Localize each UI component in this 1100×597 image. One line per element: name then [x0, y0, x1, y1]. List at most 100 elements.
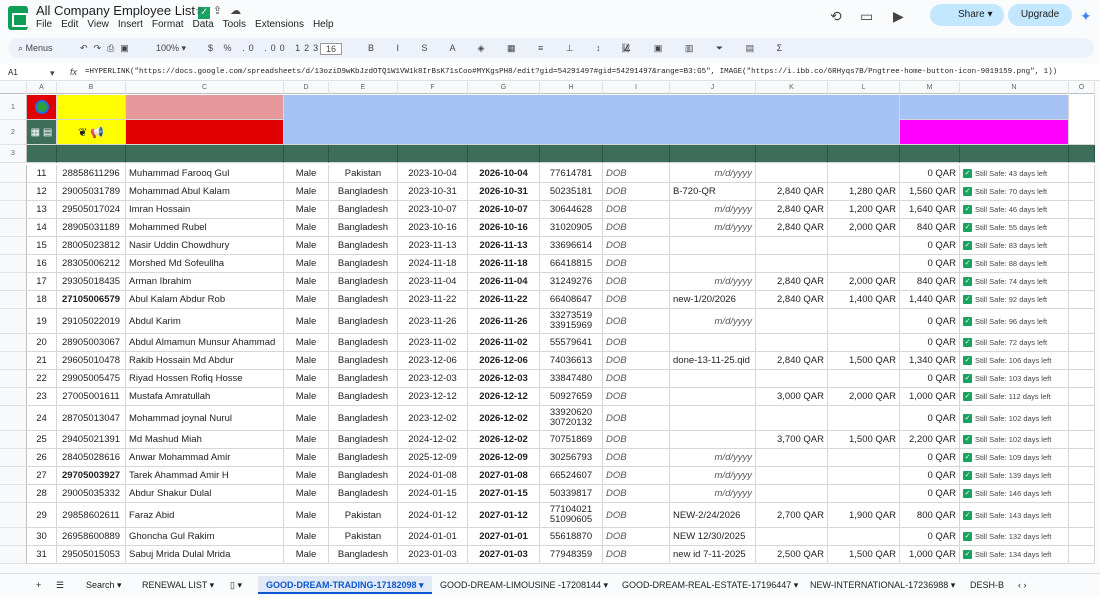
row-gender[interactable]: Male — [284, 165, 329, 183]
row-dob[interactable]: DOB — [603, 352, 670, 370]
row-no[interactable]: 13 — [27, 201, 57, 219]
row-phone[interactable]: 66418815 — [540, 255, 603, 273]
row-qid[interactable]: 29858602611 — [57, 503, 126, 528]
col-header-d[interactable]: D — [284, 82, 329, 94]
cell-empty[interactable] — [1069, 485, 1095, 503]
row-dob[interactable]: DOB — [603, 388, 670, 406]
row-total[interactable] — [756, 334, 828, 352]
row-status[interactable]: ✓ Still Safe: 132 days left — [960, 528, 1069, 546]
row-total[interactable] — [756, 528, 828, 546]
row-no[interactable]: 20 — [27, 334, 57, 352]
row-nationality[interactable]: Bangladesh — [329, 237, 398, 255]
row-due[interactable]: 0 QAR — [900, 309, 960, 334]
row-nationality[interactable]: Bangladesh — [329, 309, 398, 334]
row-phone[interactable]: 77104021 51090605 — [540, 503, 603, 528]
row-qid[interactable]: 28405028616 — [57, 449, 126, 467]
row-phone[interactable]: 31249276 — [540, 273, 603, 291]
row-gender[interactable]: Male — [284, 503, 329, 528]
col-header-b[interactable]: B — [57, 82, 126, 94]
row-expiry[interactable]: 2026-10-04 — [468, 165, 540, 183]
header-phone[interactable] — [540, 145, 603, 163]
row-header[interactable] — [0, 334, 27, 352]
row-issue-date[interactable]: 2023-11-02 — [398, 334, 468, 352]
row-gender[interactable]: Male — [284, 546, 329, 564]
comment-icon[interactable]: ▭ — [860, 8, 873, 25]
menu-extensions[interactable]: Extensions — [255, 19, 304, 30]
row-due[interactable]: 1,440 QAR — [900, 291, 960, 309]
row-advanced[interactable]: 1,280 QAR — [828, 183, 900, 201]
row-issue-date[interactable]: 2023-10-04 — [398, 165, 468, 183]
header-no[interactable] — [27, 145, 57, 163]
row-header[interactable]: 3 — [0, 145, 27, 163]
row-total[interactable]: 2,840 QAR — [756, 183, 828, 201]
row-no[interactable]: 27 — [27, 467, 57, 485]
cell-empty[interactable] — [1069, 291, 1095, 309]
row-gender[interactable]: Male — [284, 467, 329, 485]
row-status[interactable]: ✓ Still Safe: 88 days left — [960, 255, 1069, 273]
row-advanced[interactable]: 2,000 QAR — [828, 388, 900, 406]
row-issue-date[interactable]: 2023-11-22 — [398, 291, 468, 309]
announce-icons-cell[interactable]: ❦ 📢 — [57, 120, 126, 145]
row-expiry[interactable]: 2026-12-03 — [468, 370, 540, 388]
row-status[interactable]: ✓ Still Safe: 102 days left — [960, 431, 1069, 449]
row-status[interactable]: ✓ Still Safe: 106 days left — [960, 352, 1069, 370]
row-due[interactable]: 1,640 QAR — [900, 201, 960, 219]
sheet-tab-3[interactable]: GOOD-DREAM-LIMOUSINE -17208144 ▾ — [432, 576, 616, 594]
row-nationality[interactable]: Bangladesh — [329, 467, 398, 485]
col-header-n[interactable]: N — [960, 82, 1069, 94]
col-header-f[interactable]: F — [398, 82, 468, 94]
header-expiry[interactable] — [468, 145, 540, 163]
row-header[interactable] — [0, 370, 27, 388]
row-advanced[interactable] — [828, 237, 900, 255]
row-gender[interactable]: Male — [284, 370, 329, 388]
row-phone[interactable]: 50927659 — [540, 388, 603, 406]
cell-empty[interactable] — [1069, 183, 1095, 201]
row-nationality[interactable]: Bangladesh — [329, 201, 398, 219]
row-phone[interactable]: 31020905 — [540, 219, 603, 237]
row-gender[interactable]: Male — [284, 201, 329, 219]
menu-data[interactable]: Data — [193, 19, 214, 30]
row-total[interactable] — [756, 370, 828, 388]
row-issue-date[interactable]: 2024-12-02 — [398, 431, 468, 449]
row-phone[interactable]: 77614781 — [540, 165, 603, 183]
row-coming-date[interactable]: new id 7-11-2025 — [670, 546, 756, 564]
row-gender[interactable]: Male — [284, 334, 329, 352]
row-dob[interactable]: DOB — [603, 201, 670, 219]
row-gender[interactable]: Male — [284, 291, 329, 309]
row-phone[interactable]: 70751869 — [540, 431, 603, 449]
row-issue-date[interactable]: 2023-11-26 — [398, 309, 468, 334]
row-nationality[interactable]: Bangladesh — [329, 546, 398, 564]
row-dob[interactable]: DOB — [603, 237, 670, 255]
row-issue-date[interactable]: 2023-11-13 — [398, 237, 468, 255]
row-nationality[interactable]: Pakistan — [329, 503, 398, 528]
row-gender[interactable]: Male — [284, 273, 329, 291]
add-sheet-icon[interactable]: + — [28, 576, 49, 594]
sheet-tab-1[interactable]: RENEWAL LIST ▾ — [134, 576, 222, 594]
check-icon[interactable]: ✓ — [963, 338, 972, 347]
cell-empty[interactable] — [1069, 546, 1095, 564]
row-expiry[interactable]: 2026-11-04 — [468, 273, 540, 291]
header-total[interactable] — [756, 145, 828, 163]
row-due[interactable]: 800 QAR — [900, 503, 960, 528]
row-header[interactable] — [0, 237, 27, 255]
row-name[interactable]: Abul Kalam Abdur Rob — [126, 291, 284, 309]
format-buttons[interactable]: $ % .0 .00 123 — [208, 43, 322, 53]
row-status[interactable]: ✓ Still Safe: 74 days left — [960, 273, 1069, 291]
row-qid[interactable]: 29705003927 — [57, 467, 126, 485]
row-dob[interactable]: DOB — [603, 309, 670, 334]
table-icons-cell[interactable]: ▦ ▤ — [27, 120, 57, 145]
row-name[interactable]: Mohammad joynal Nurul — [126, 406, 284, 431]
row-header[interactable] — [0, 485, 27, 503]
row-no[interactable]: 14 — [27, 219, 57, 237]
row-due[interactable]: 0 QAR — [900, 485, 960, 503]
row-phone[interactable]: 33847480 — [540, 370, 603, 388]
row-gender[interactable]: Male — [284, 255, 329, 273]
row-total[interactable] — [756, 467, 828, 485]
row-total[interactable] — [756, 309, 828, 334]
name-box-dropdown-icon[interactable]: ▾ — [50, 68, 55, 79]
row-dob[interactable]: DOB — [603, 503, 670, 528]
cell-empty[interactable] — [1069, 237, 1095, 255]
col-header-j[interactable]: J — [670, 82, 756, 94]
row-expiry[interactable]: 2026-11-13 — [468, 237, 540, 255]
row-status[interactable]: ✓ Still Safe: 43 days left — [960, 165, 1069, 183]
